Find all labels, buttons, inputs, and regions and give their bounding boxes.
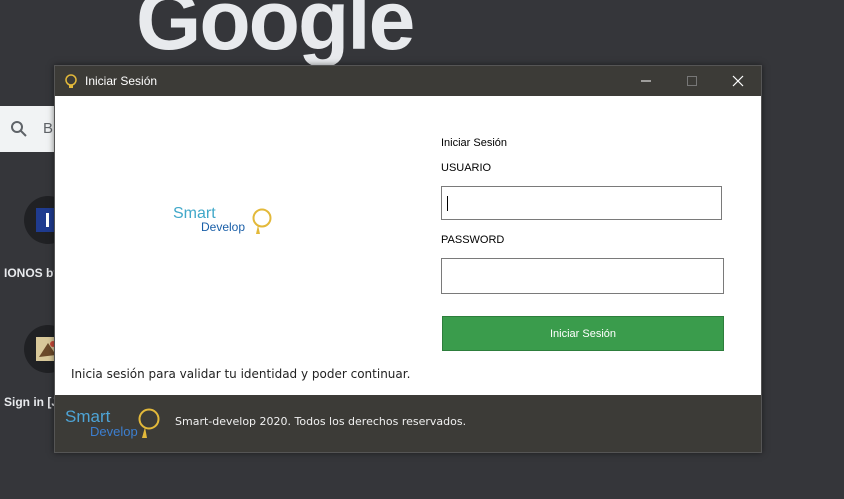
login-hint: Inicia sesión para validar tu identidad … bbox=[71, 367, 411, 381]
footer-logo-develop: Develop bbox=[90, 424, 138, 439]
text-caret bbox=[447, 196, 448, 211]
form-heading: Iniciar Sesión bbox=[441, 137, 508, 149]
footer: Smart Develop Smart-develop 2020. Todos … bbox=[55, 395, 761, 452]
lightbulb-icon bbox=[137, 408, 161, 440]
maximize-icon bbox=[687, 76, 697, 86]
password-field[interactable] bbox=[441, 258, 724, 294]
minimize-icon bbox=[641, 80, 651, 82]
login-dialog: Iniciar Sesión Smart Develop Iniciar Ses… bbox=[54, 65, 762, 453]
username-field[interactable] bbox=[441, 186, 722, 220]
close-button[interactable] bbox=[715, 66, 761, 96]
close-icon bbox=[732, 75, 744, 87]
search-icon bbox=[10, 120, 28, 138]
smart-develop-logo: Smart Develop bbox=[173, 205, 277, 239]
password-label: PASSWORD bbox=[441, 234, 505, 246]
lightbulb-icon bbox=[63, 73, 79, 89]
google-logo: Google bbox=[136, 0, 415, 67]
login-button[interactable]: Iniciar Sesión bbox=[442, 316, 724, 351]
lightbulb-icon bbox=[251, 208, 273, 236]
maximize-button[interactable] bbox=[669, 66, 715, 96]
search-placeholder: B bbox=[43, 120, 54, 137]
username-label: USUARIO bbox=[441, 162, 492, 174]
minimize-button[interactable] bbox=[623, 66, 669, 96]
window-title: Iniciar Sesión bbox=[85, 74, 158, 88]
titlebar[interactable]: Iniciar Sesión bbox=[55, 66, 761, 96]
shortcut-label: IONOS by bbox=[4, 266, 61, 280]
footer-logo: Smart Develop bbox=[65, 407, 161, 443]
copyright-text: Smart-develop 2020. Todos los derechos r… bbox=[175, 415, 467, 428]
logo-text-develop: Develop bbox=[201, 220, 246, 234]
shortcut-label: Sign in [J bbox=[4, 395, 58, 409]
